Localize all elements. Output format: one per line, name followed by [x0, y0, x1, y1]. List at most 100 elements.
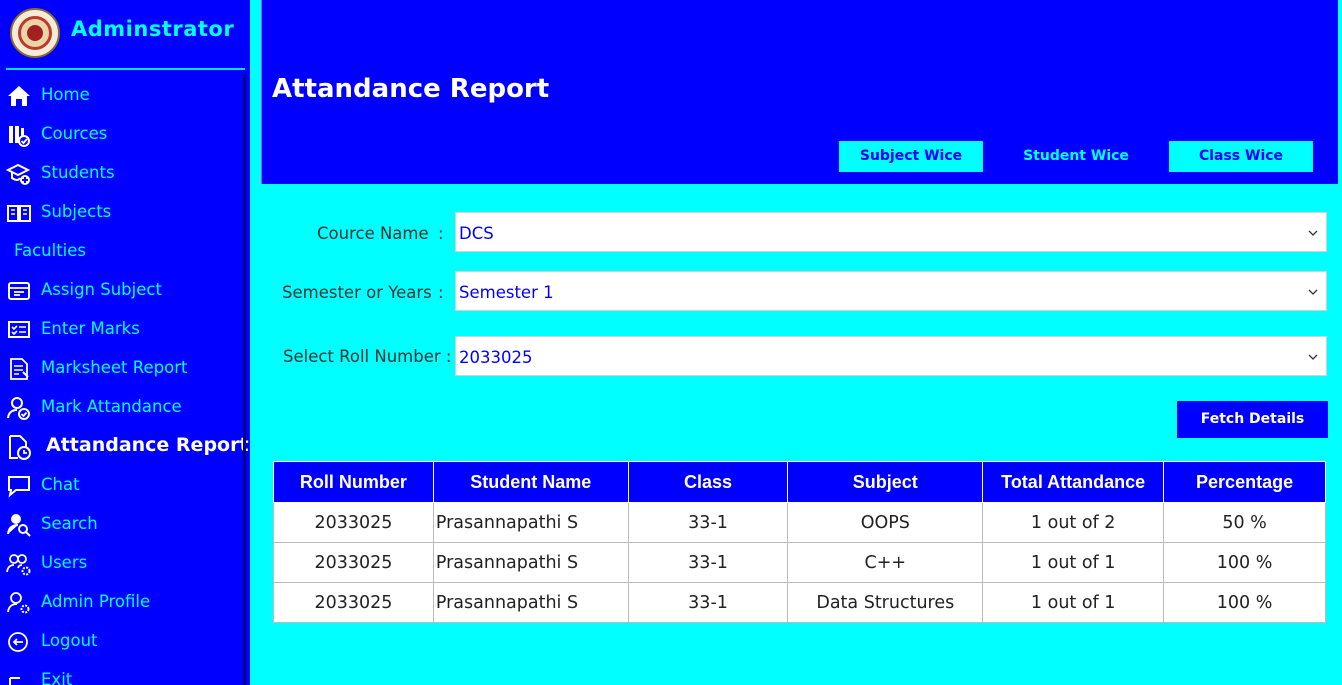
sidebar-item-label: Faculties: [14, 241, 87, 260]
report-icon: [6, 356, 32, 382]
sidebar-item-label: Assign Subject: [41, 280, 162, 299]
sidebar-item-label: Attandance Report: [46, 434, 249, 456]
sidebar-item-logout[interactable]: Logout: [0, 622, 243, 661]
sidebar-item-students[interactable]: Students: [0, 154, 243, 193]
marks-icon: [6, 317, 32, 343]
sidebar-item-home[interactable]: Home: [0, 76, 243, 115]
sidebar-item-label: Mark Attandance: [41, 397, 182, 416]
semester-select-value: Semester 1: [459, 283, 554, 302]
sidebar-item-label: Exit: [41, 670, 73, 685]
column-header-student-name: Student Name: [432, 461, 629, 503]
sidebar-item-marksheet-report[interactable]: Marksheet Report: [0, 349, 243, 388]
home-icon: [6, 83, 32, 109]
sidebar-item-label: Logout: [41, 631, 98, 650]
sidebar-item-label: Users: [41, 553, 88, 572]
cell-class: 33-1: [627, 502, 789, 543]
roll-number-label: Select Roll Number :: [283, 347, 452, 366]
logo: [10, 8, 60, 58]
fetch-details-button[interactable]: Fetch Details: [1177, 401, 1328, 438]
sidebar-item-chat[interactable]: Chat: [0, 466, 243, 505]
column-header-roll-number: Roll Number: [273, 461, 434, 503]
attandance-table: Roll Number Student Name Class Subject T…: [273, 461, 1326, 623]
cell-percentage: 100 %: [1163, 542, 1326, 583]
semester-separator: :: [438, 283, 444, 302]
brand: Adminstrator: [0, 0, 250, 70]
sidebar-item-cources[interactable]: Cources: [0, 115, 243, 154]
sidebar-item-label: Enter Marks: [41, 319, 140, 338]
table-row: 2033025 Prasannapathi S 33-1 Data Struct…: [273, 582, 1326, 623]
assign-icon: [6, 278, 32, 304]
chat-icon: [6, 473, 32, 499]
column-header-total-attandance: Total Attandance: [982, 461, 1165, 503]
sidebar-item-users[interactable]: Users: [0, 544, 243, 583]
sidebar-item-exit[interactable]: Exit: [0, 661, 243, 685]
students-icon: [5, 161, 32, 187]
sidebar: Adminstrator Home Cources Students Subje…: [0, 0, 250, 685]
cell-total-attandance: 1 out of 1: [982, 582, 1165, 623]
sidebar-item-label: Subjects: [41, 202, 112, 221]
sidebar-item-subjects[interactable]: Subjects: [0, 193, 243, 232]
user-search-icon: [6, 512, 32, 538]
sidebar-item-attandance-report[interactable]: Attandance Report: [0, 427, 249, 466]
cell-roll-number: 2033025: [273, 582, 434, 623]
semester-label: Semester or Years: [282, 283, 432, 302]
chevron-down-icon: [1308, 230, 1318, 236]
roll-number-select-value: 2033025: [459, 348, 533, 367]
document-clock-icon: [6, 434, 32, 460]
cell-percentage: 50 %: [1163, 502, 1326, 543]
table-row: 2033025 Prasannapathi S 33-1 C++ 1 out o…: [273, 542, 1326, 583]
sidebar-item-enter-marks[interactable]: Enter Marks: [0, 310, 243, 349]
sidebar-item-admin-profile[interactable]: Admin Profile: [0, 583, 243, 622]
sidebar-item-mark-attandance[interactable]: Mark Attandance: [0, 388, 243, 427]
cell-student-name: Prasannapathi S: [432, 542, 629, 583]
column-header-class: Class: [627, 461, 789, 503]
logout-icon: [6, 629, 32, 655]
cell-subject: OOPS: [787, 502, 984, 543]
sidebar-item-label: Marksheet Report: [41, 358, 188, 377]
exit-icon: [6, 668, 32, 685]
users-gear-icon: [6, 551, 32, 577]
course-separator: :: [438, 224, 444, 243]
chevron-down-icon: [1308, 354, 1318, 360]
sidebar-item-label: Search: [41, 514, 98, 533]
table-row: 2033025 Prasannapathi S 33-1 OOPS 1 out …: [273, 502, 1326, 543]
sidebar-item-assign-subject[interactable]: Assign Subject: [0, 271, 243, 310]
cell-class: 33-1: [627, 582, 789, 623]
courses-icon: [6, 122, 32, 148]
column-header-subject: Subject: [787, 461, 984, 503]
cell-roll-number: 2033025: [273, 542, 434, 583]
user-gear-icon: [6, 590, 32, 616]
sidebar-item-label: Students: [41, 163, 115, 182]
sidebar-item-label: Cources: [41, 124, 108, 143]
course-select[interactable]: DCS: [455, 212, 1327, 252]
tab-class-wice[interactable]: Class Wice: [1169, 141, 1313, 172]
chevron-down-icon: [1308, 289, 1318, 295]
column-header-percentage: Percentage: [1163, 461, 1326, 503]
sidebar-item-label: Chat: [41, 475, 80, 494]
cell-total-attandance: 1 out of 1: [982, 542, 1165, 583]
tab-student-wice[interactable]: Student Wice: [1004, 141, 1148, 172]
divider: [6, 68, 245, 70]
course-label: Cource Name: [317, 224, 429, 243]
tab-subject-wice[interactable]: Subject Wice: [839, 141, 983, 172]
sidebar-item-label: Home: [41, 85, 90, 104]
sidebar-item-label: Admin Profile: [41, 592, 151, 611]
book-icon: [6, 200, 32, 226]
cell-class: 33-1: [627, 542, 789, 583]
course-select-value: DCS: [459, 224, 494, 243]
app-title: Adminstrator: [71, 17, 235, 41]
roll-number-select[interactable]: 2033025: [455, 336, 1327, 376]
user-check-icon: [6, 395, 32, 421]
semester-select[interactable]: Semester 1: [455, 271, 1327, 311]
cell-percentage: 100 %: [1163, 582, 1326, 623]
page-title: Attandance Report: [272, 74, 550, 104]
cell-total-attandance: 1 out of 2: [982, 502, 1165, 543]
cell-student-name: Prasannapathi S: [432, 582, 629, 623]
cell-roll-number: 2033025: [273, 502, 434, 543]
sidebar-item-search[interactable]: Search: [0, 505, 243, 544]
sidebar-item-faculties[interactable]: Faculties: [0, 232, 243, 271]
page-header: Attandance Report Subject Wice Student W…: [261, 0, 1338, 184]
sidebar-scrollbar[interactable]: [243, 75, 246, 685]
table-header-row: Roll Number Student Name Class Subject T…: [273, 461, 1326, 503]
cell-student-name: Prasannapathi S: [432, 502, 629, 543]
